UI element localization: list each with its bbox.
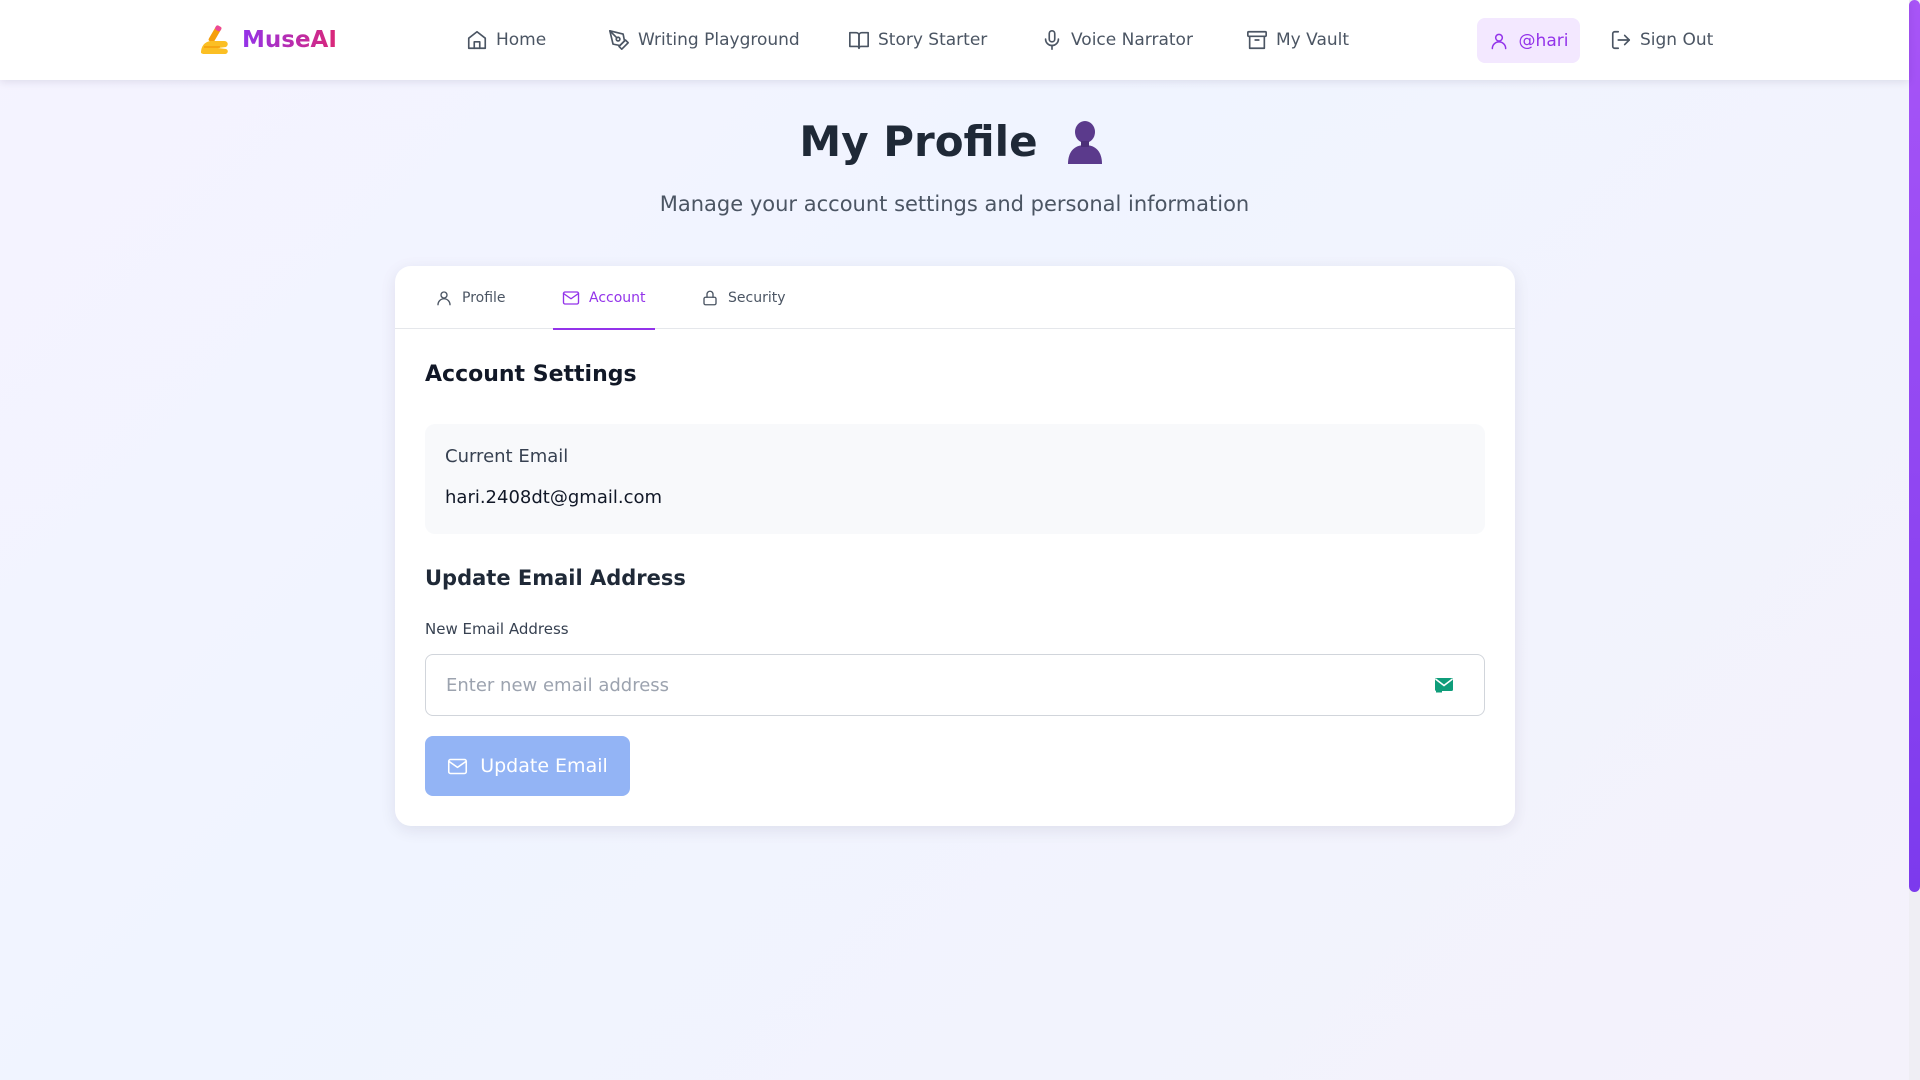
nav-item-voice-narrator-label: Voice Narrator bbox=[1071, 30, 1193, 50]
log-out-icon bbox=[1611, 30, 1631, 50]
nav-item-home-label: Home bbox=[496, 30, 547, 50]
new-email-label: New Email Address bbox=[425, 620, 569, 638]
archive-icon bbox=[1247, 30, 1267, 50]
home-icon bbox=[467, 30, 487, 50]
nav-item-my-vault-label: My Vault bbox=[1276, 30, 1350, 50]
profile-tabs: Profile Account Security bbox=[395, 266, 1515, 330]
mail-icon bbox=[562, 290, 580, 305]
nav-item-story-starter-label: Story Starter bbox=[878, 30, 988, 50]
lock-icon bbox=[703, 290, 717, 305]
email-envelope-icon bbox=[1435, 678, 1453, 693]
brand-logo-link[interactable]: MuseAI bbox=[198, 20, 337, 60]
nav-item-home[interactable]: Home bbox=[466, 24, 546, 56]
update-email-button[interactable]: Update Email bbox=[425, 736, 630, 796]
nav-item-my-vault[interactable]: My Vault bbox=[1246, 24, 1349, 56]
mail-icon bbox=[448, 758, 468, 774]
current-email-label: Current Email bbox=[445, 446, 569, 467]
book-open-icon bbox=[849, 31, 869, 50]
update-email-heading: Update Email Address bbox=[425, 566, 686, 590]
writing-hand-icon bbox=[201, 25, 228, 54]
tab-security[interactable]: Security bbox=[701, 266, 786, 329]
nav-item-voice-narrator[interactable]: Voice Narrator bbox=[1041, 24, 1193, 56]
current-email-panel: Current Email hari.2408dt@gmail.com bbox=[425, 424, 1485, 534]
bust-silhouette-icon bbox=[1067, 121, 1102, 164]
nav-item-writing-playground[interactable]: Writing Playground bbox=[608, 24, 800, 56]
tab-account[interactable]: Account bbox=[553, 266, 655, 330]
user-icon bbox=[437, 290, 451, 305]
nav-item-writing-playground-label: Writing Playground bbox=[638, 30, 800, 50]
update-email-button-label: Update Email bbox=[480, 755, 608, 777]
account-settings-heading: Account Settings bbox=[425, 362, 637, 387]
nav-item-story-starter[interactable]: Story Starter bbox=[848, 24, 987, 56]
new-email-field-wrapper bbox=[425, 654, 1485, 716]
tab-account-label: Account bbox=[589, 289, 646, 306]
pen-tool-icon bbox=[609, 30, 629, 50]
user-handle: @hari bbox=[1518, 30, 1569, 51]
page-scrollbar[interactable] bbox=[1909, 0, 1920, 1080]
new-email-input[interactable] bbox=[426, 655, 1426, 715]
top-navbar: MuseAI Home Writing Playground Story Sta… bbox=[0, 0, 1909, 80]
tab-security-label: Security bbox=[728, 289, 786, 306]
tab-profile-label: Profile bbox=[462, 289, 506, 306]
page-subtitle: Manage your account settings and persona… bbox=[659, 192, 1250, 216]
brand-name: MuseAI bbox=[242, 27, 337, 53]
profile-card: Profile Account Security Account Setting… bbox=[395, 266, 1515, 826]
microphone-icon bbox=[1044, 30, 1060, 50]
current-email-value: hari.2408dt@gmail.com bbox=[445, 487, 663, 508]
page-header: My Profile bbox=[0, 116, 1909, 166]
sign-out-button[interactable]: Sign Out bbox=[1610, 24, 1713, 56]
sign-out-label: Sign Out bbox=[1640, 30, 1714, 50]
tab-profile[interactable]: Profile bbox=[435, 266, 506, 329]
scrollbar-thumb[interactable] bbox=[1909, 0, 1920, 892]
user-icon bbox=[1491, 33, 1506, 49]
user-profile-button[interactable]: @hari bbox=[1477, 18, 1580, 63]
page-title: My Profile bbox=[799, 116, 1038, 166]
